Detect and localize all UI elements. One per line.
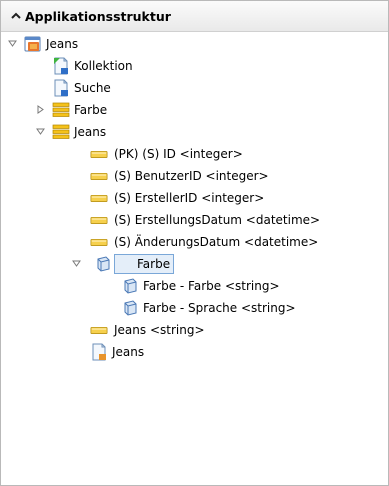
- table-icon: [52, 102, 70, 117]
- field-icon: [90, 150, 108, 158]
- tree-node-label: Farbe: [114, 254, 175, 274]
- panel-header[interactable]: Applikationsstruktur: [1, 1, 388, 32]
- tree-node-label: Kollektion: [74, 59, 133, 73]
- tree-node-label: Farbe: [74, 103, 108, 117]
- tree-node-label: Jeans <string>: [114, 323, 205, 337]
- field-icon: [90, 216, 108, 224]
- collapsed-triangle-icon[interactable]: [35, 104, 46, 115]
- relation-field-icon: [124, 278, 137, 294]
- tree-node-label: Jeans: [112, 345, 145, 359]
- tree-node-label: (S) ErstellerID <integer>: [114, 191, 265, 205]
- expanded-triangle-icon[interactable]: [7, 38, 18, 49]
- field-icon: [90, 238, 108, 246]
- field-icon: [90, 326, 108, 334]
- relation-cube-icon: [97, 256, 110, 272]
- tree-node-label: Farbe - Sprache <string>: [143, 301, 296, 315]
- tree-node-label: (S) ErstellungsDatum <datetime>: [114, 213, 321, 227]
- panel-title: Applikationsstruktur: [25, 9, 171, 24]
- expanded-triangle-icon[interactable]: [71, 258, 82, 269]
- form-page-icon: [92, 343, 106, 361]
- tree-node-label: Farbe - Farbe <string>: [143, 279, 280, 293]
- expanded-triangle-icon[interactable]: [35, 126, 46, 137]
- application-icon: [24, 36, 41, 52]
- application-structure-panel: Applikationsstruktur Jeans Kollektion Su…: [0, 0, 389, 486]
- table-icon: [52, 124, 70, 139]
- collapse-chevron-up-icon[interactable]: [11, 12, 21, 20]
- tree-node-label: Jeans: [46, 37, 79, 51]
- tree-node-label: (S) ÄnderungsDatum <datetime>: [114, 235, 319, 249]
- tree-node-label: Jeans: [74, 125, 107, 139]
- relation-field-icon: [124, 300, 137, 316]
- search-page-icon: [54, 79, 68, 97]
- field-icon: [90, 194, 108, 202]
- collection-page-icon: [54, 57, 68, 75]
- tree-node-label: Suche: [74, 81, 111, 95]
- field-icon: [90, 172, 108, 180]
- tree-node-label: (PK) (S) ID <integer>: [114, 147, 243, 161]
- tree-node-label: (S) BenutzerID <integer>: [114, 169, 269, 183]
